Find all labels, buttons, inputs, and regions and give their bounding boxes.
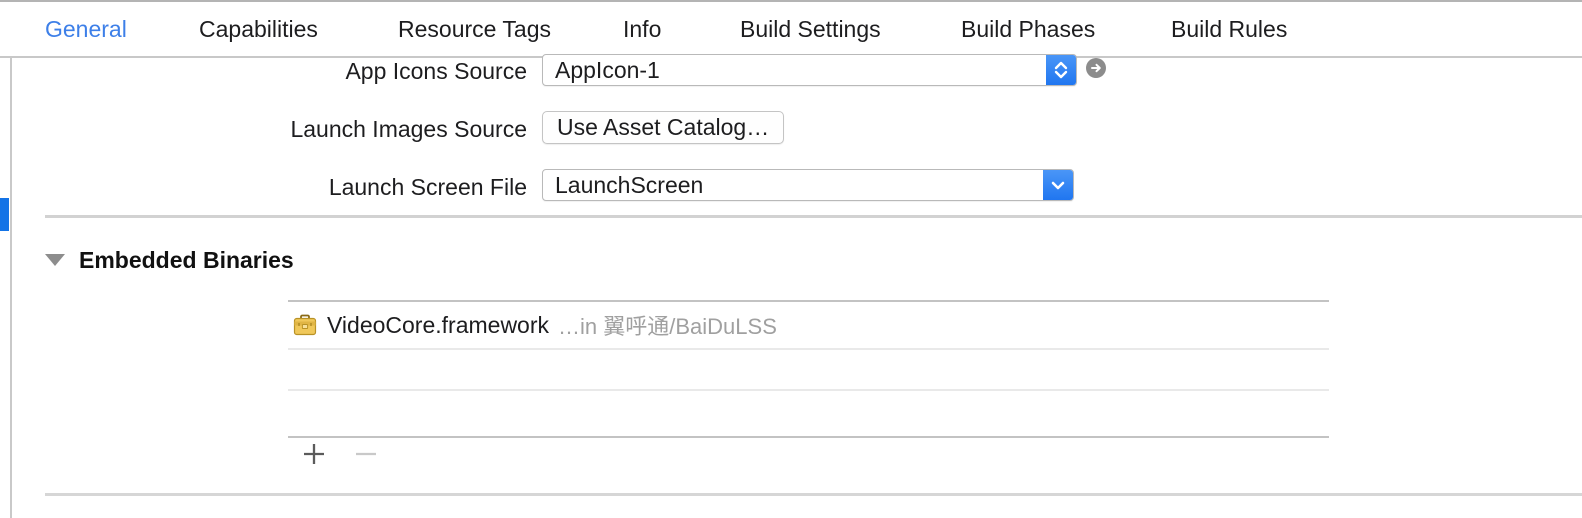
framework-path: …in 翼呼通/BaiDuLSS bbox=[558, 314, 777, 339]
launch-screen-file-combobox[interactable]: LaunchScreen bbox=[542, 169, 1074, 201]
add-embedded-binary-button[interactable] bbox=[292, 437, 336, 471]
remove-embedded-binary-button[interactable] bbox=[344, 437, 388, 471]
app-icons-source-value: AppIcon-1 bbox=[555, 56, 660, 83]
embedded-binaries-header[interactable]: Embedded Binaries bbox=[45, 245, 294, 275]
launch-images-source-label: Launch Images Source bbox=[290, 115, 527, 142]
embedded-binaries-title: Embedded Binaries bbox=[79, 246, 294, 273]
table-row[interactable]: VideoCore.framework …in 翼呼通/BaiDuLSS bbox=[288, 302, 1329, 348]
tab-build-rules[interactable]: Build Rules bbox=[1171, 17, 1287, 41]
tab-resource-tags[interactable]: Resource Tags bbox=[398, 17, 551, 41]
triangle-down-icon[interactable] bbox=[45, 254, 65, 266]
launch-images-use-asset-catalog-button[interactable]: Use Asset Catalog… bbox=[542, 111, 785, 144]
list-row-empty[interactable] bbox=[288, 350, 1329, 389]
up-down-chevron-icon bbox=[1046, 55, 1076, 85]
framework-name: VideoCore.framework bbox=[327, 311, 550, 338]
list-row-empty[interactable] bbox=[288, 391, 1329, 436]
launch-screen-file-label: Launch Screen File bbox=[328, 173, 527, 200]
app-icons-source-popup[interactable]: AppIcon-1 bbox=[542, 54, 1077, 86]
framework-briefcase-icon bbox=[292, 312, 318, 338]
tab-build-settings[interactable]: Build Settings bbox=[740, 17, 881, 41]
app-icons-source-label: App Icons Source bbox=[345, 57, 527, 84]
launch-screen-file-value: LaunchScreen bbox=[555, 171, 704, 198]
tab-info[interactable]: Info bbox=[623, 17, 661, 41]
editor-tab-bar: General Capabilities Resource Tags Info … bbox=[0, 2, 1582, 56]
section-divider-bottom bbox=[45, 493, 1582, 496]
add-remove-button-group bbox=[292, 437, 388, 471]
row-launch-images-source: Launch Images Source bbox=[0, 109, 1582, 149]
tab-capabilities[interactable]: Capabilities bbox=[199, 17, 318, 41]
tab-general[interactable]: General bbox=[45, 17, 127, 41]
embedded-binaries-list: VideoCore.framework …in 翼呼通/BaiDuLSS bbox=[288, 300, 1329, 438]
chevron-down-icon[interactable] bbox=[1043, 170, 1073, 200]
tab-build-phases[interactable]: Build Phases bbox=[961, 17, 1095, 41]
list-border-bottom bbox=[288, 436, 1329, 438]
section-divider-top bbox=[45, 215, 1582, 218]
circular-arrow-icon[interactable] bbox=[1084, 56, 1108, 80]
